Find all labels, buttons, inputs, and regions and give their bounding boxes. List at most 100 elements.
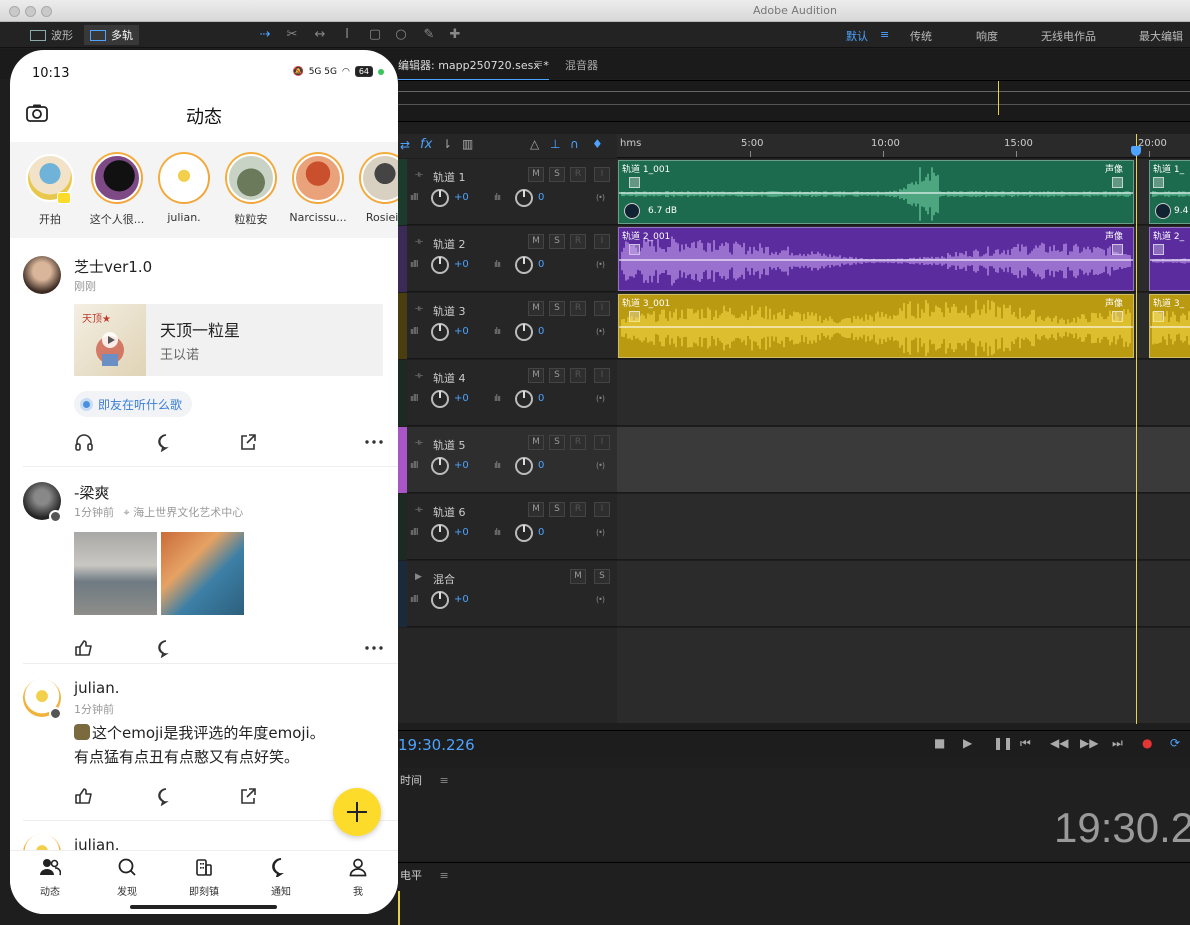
track-lane[interactable]: 轨道 1_001 声像 6.7 dB 轨道 1_ 9.4 [617, 159, 1190, 225]
track-lane[interactable] [617, 494, 1190, 560]
solo-button[interactable]: S [549, 167, 565, 182]
pause-icon[interactable]: ❚❚ [993, 736, 1013, 750]
pan-value[interactable]: 0 [538, 527, 544, 538]
playhead[interactable] [1136, 134, 1137, 724]
workspace-loudness[interactable]: 响度 [976, 28, 998, 44]
snap-icon[interactable]: ⊥ [550, 137, 560, 151]
metronome-icon[interactable]: △ [530, 137, 539, 151]
create-post-button[interactable] [333, 788, 381, 836]
volume-envelope[interactable] [619, 259, 1133, 261]
track-header[interactable]: ⟛ 轨道 5 M S R I ıılll +0 ılıı 0 (•) [398, 427, 617, 493]
record-arm-button[interactable]: R [570, 435, 586, 450]
lasso-tool-icon[interactable]: ○ [392, 26, 410, 44]
tab-me[interactable]: 我 [328, 857, 388, 898]
track-header[interactable]: ⟛ 轨道 2 M S R I ıılll +0 ılıı 0 (•) [398, 226, 617, 292]
track-collapse-icon[interactable]: ⟛ [415, 237, 423, 247]
tab-feed[interactable]: 动态 [20, 857, 80, 898]
volume-value[interactable]: +0 [454, 393, 469, 404]
share-icon[interactable] [238, 432, 258, 452]
mix-track-header[interactable]: ▶ 混合 M S ıılll +0 (•) [398, 561, 617, 627]
pan-knob[interactable] [515, 189, 533, 207]
post-location[interactable]: 海上世界文化艺术中心 [133, 506, 243, 519]
time-ruler[interactable]: hms 5:00 10:00 15:00 20:00 [617, 134, 1190, 158]
story-item[interactable]: 粒粒安 [220, 152, 282, 227]
track-lane[interactable] [617, 427, 1190, 493]
post-photo[interactable] [161, 532, 244, 615]
volume-value[interactable]: +0 [454, 460, 469, 471]
loop-icon[interactable]: ⟳ [1170, 736, 1180, 750]
volume-envelope[interactable] [1150, 326, 1190, 328]
track-collapse-icon[interactable]: ⟛ [415, 438, 423, 448]
clip-gain-icon[interactable] [1155, 203, 1171, 219]
session-overview[interactable] [398, 80, 1190, 122]
story-item[interactable]: julian. [153, 152, 215, 224]
magnet-icon[interactable]: ∩ [570, 137, 579, 151]
track-header[interactable]: ⟛ 轨道 3 M S R I ıılll +0 ılıı 0 (•) [398, 293, 617, 359]
volume-knob[interactable] [431, 323, 449, 341]
volume-value[interactable]: +0 [454, 527, 469, 538]
story-item[interactable]: Rosieis [354, 152, 398, 224]
record-arm-button[interactable]: R [570, 234, 586, 249]
tab-mixer[interactable]: 混音器 [565, 57, 598, 73]
marker-icon[interactable]: ♦ [592, 137, 603, 151]
solo-button[interactable]: S [549, 301, 565, 316]
track-lane[interactable]: 轨道 2_001 声像 轨道 2_ [617, 226, 1190, 292]
multitrack-mode-button[interactable]: 多轨 [84, 25, 139, 45]
comment-icon[interactable] [156, 432, 176, 452]
volume-knob[interactable] [431, 591, 449, 609]
workspace-default[interactable]: 默认 [846, 28, 868, 44]
track-collapse-icon[interactable]: ⟛ [415, 304, 423, 314]
pan-knob[interactable] [515, 524, 533, 542]
story-create[interactable]: 开拍 [19, 152, 81, 227]
panel-menu-icon[interactable]: ≡ [534, 57, 543, 70]
more-icon[interactable] [364, 638, 384, 658]
post-username[interactable]: julian. [74, 679, 119, 697]
track-collapse-icon[interactable]: ⟛ [415, 170, 423, 180]
go-to-start-icon[interactable]: ⏮ [1020, 736, 1031, 751]
audio-clip[interactable]: 轨道 1_001 声像 6.7 dB [618, 160, 1134, 224]
brush-tool-icon[interactable]: ✎ [420, 26, 438, 44]
marquee-tool-icon[interactable]: ▢ [366, 26, 384, 44]
volume-knob[interactable] [431, 457, 449, 475]
pan-value[interactable]: 0 [538, 326, 544, 337]
volume-value[interactable]: +0 [454, 594, 469, 605]
story-item[interactable]: 这个人很... [86, 152, 148, 227]
mute-button[interactable]: M [528, 234, 544, 249]
track-name[interactable]: 轨道 3 [433, 303, 466, 319]
post-username[interactable]: julian. [74, 836, 119, 850]
track-lane[interactable]: 轨道 3_001 声像 轨道 3_ [617, 293, 1190, 359]
audio-clip[interactable]: 轨道 2_ [1149, 227, 1190, 291]
move-tool-icon[interactable]: ⇢ [256, 26, 274, 44]
input-monitor-button[interactable]: I [594, 368, 610, 383]
pan-knob[interactable] [515, 457, 533, 475]
mute-button[interactable]: M [528, 368, 544, 383]
volume-knob[interactable] [431, 256, 449, 274]
eq-icon[interactable]: ▥ [462, 137, 473, 151]
sends-icon[interactable]: ⇂ [442, 137, 452, 151]
track-lane[interactable] [617, 360, 1190, 426]
comment-icon[interactable] [156, 638, 176, 658]
track-name[interactable]: 轨道 1 [433, 169, 466, 185]
go-to-end-icon[interactable]: ⏭ [1112, 736, 1123, 751]
like-icon[interactable] [74, 638, 94, 658]
story-item[interactable]: Narcissu... [287, 152, 349, 224]
input-monitor-button[interactable]: I [594, 502, 610, 517]
volume-envelope[interactable] [619, 326, 1133, 328]
track-name[interactable]: 轨道 2 [433, 236, 466, 252]
stop-icon[interactable]: ■ [934, 736, 945, 750]
more-icon[interactable] [364, 432, 384, 452]
track-name[interactable]: 轨道 6 [433, 504, 466, 520]
volume-envelope[interactable] [1150, 259, 1190, 261]
workspace-classic[interactable]: 传统 [910, 28, 932, 44]
post-photo[interactable] [74, 532, 157, 615]
record-arm-button[interactable]: R [570, 301, 586, 316]
time-selection-tool-icon[interactable]: I [338, 26, 356, 44]
input-monitor-button[interactable]: I [594, 301, 610, 316]
pan-value[interactable]: 0 [538, 259, 544, 270]
mute-button[interactable]: M [528, 301, 544, 316]
pan-value[interactable]: 0 [538, 460, 544, 471]
comment-icon[interactable] [156, 786, 176, 806]
volume-knob[interactable] [431, 524, 449, 542]
tab-discover[interactable]: 发现 [97, 857, 157, 898]
track-name[interactable]: 轨道 5 [433, 437, 466, 453]
